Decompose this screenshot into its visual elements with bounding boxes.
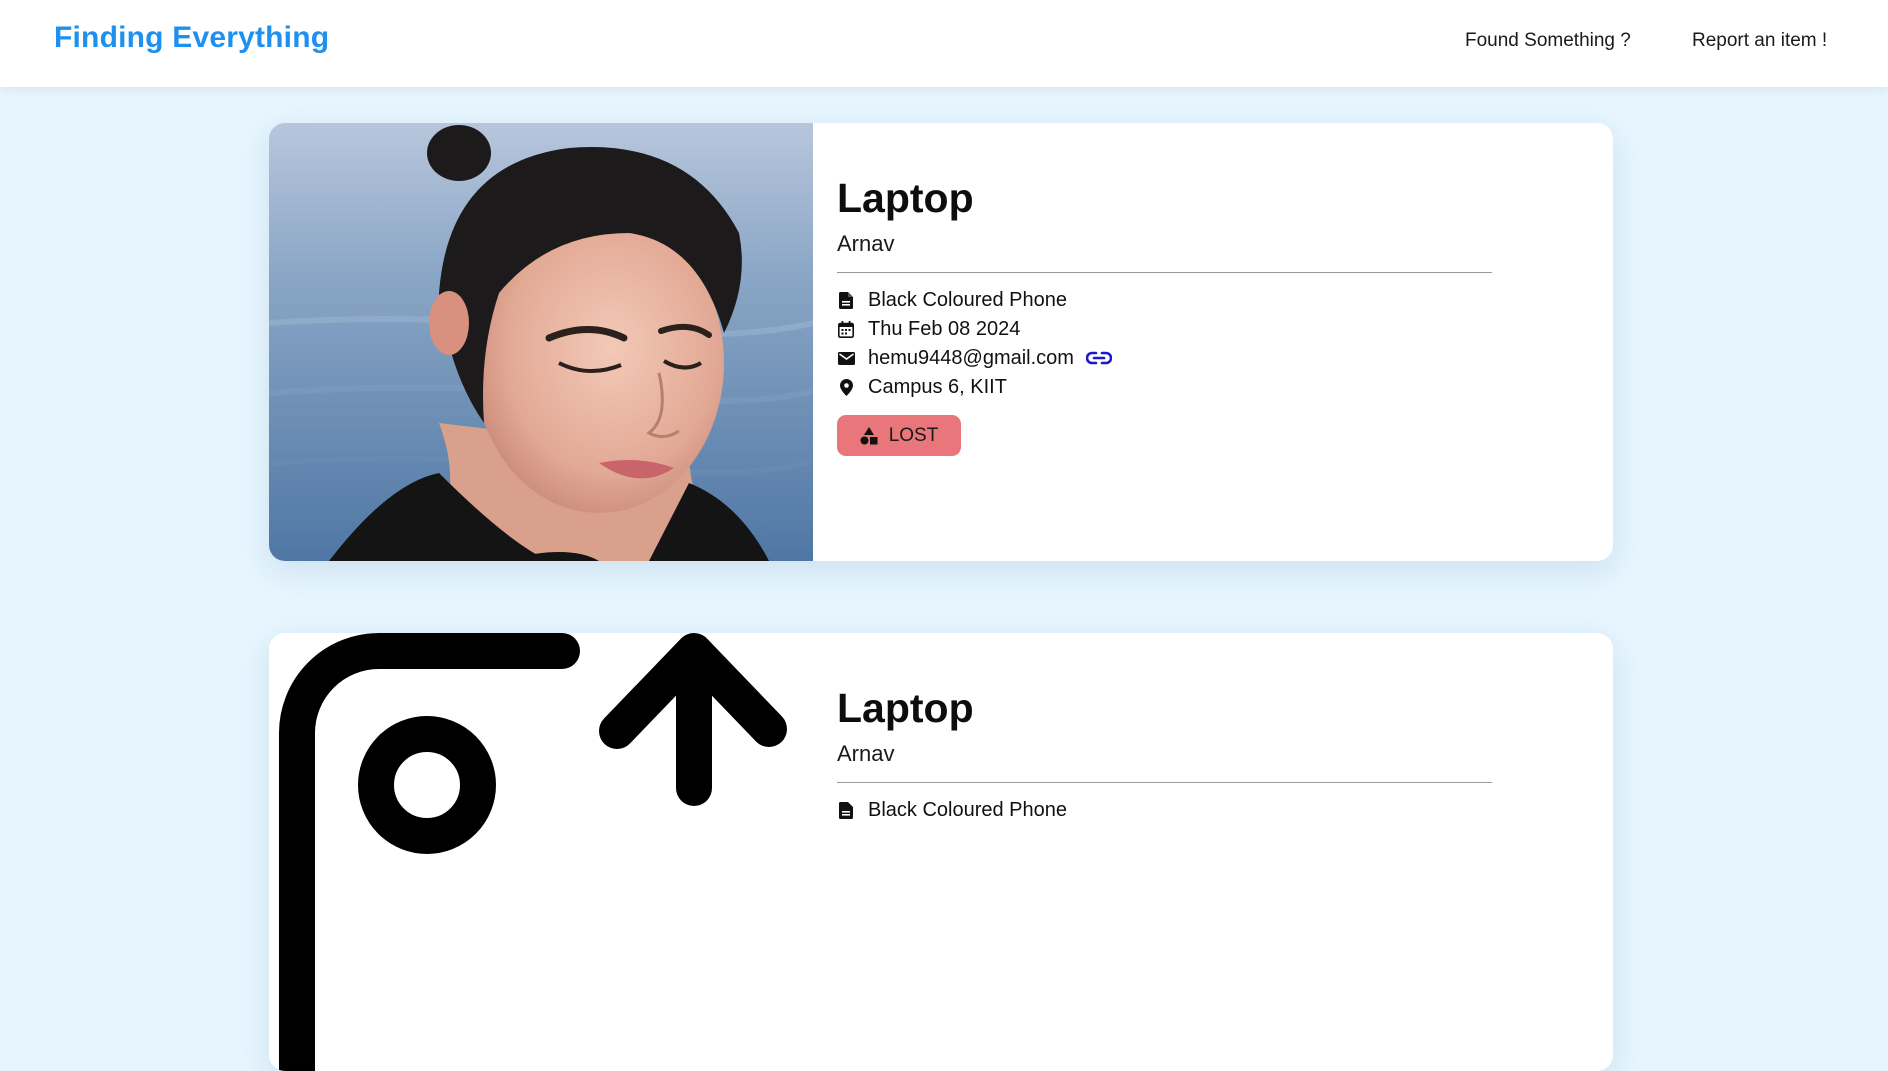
item-description: Black Coloured Phone	[868, 288, 1068, 311]
item-date: Thu Feb 08 2024	[868, 317, 1021, 340]
email-row: hemu9448@gmail.com	[837, 344, 1114, 372]
description-row: Black Coloured Phone	[837, 796, 1067, 824]
link-icon[interactable]	[1085, 349, 1114, 367]
item-card: Laptop Arnav Black Coloured Phone Thu Fe…	[269, 123, 1613, 561]
brand-logo[interactable]: Finding Everything	[54, 21, 329, 55]
location-row: Campus 6, KIIT	[837, 373, 1007, 401]
description-row: Black Coloured Phone	[837, 286, 1067, 314]
item-title: Laptop	[837, 175, 974, 221]
item-owner: Arnav	[837, 231, 895, 256]
upload-placeholder-icon	[269, 633, 813, 1071]
nav-report-item[interactable]: Report an item !	[1692, 30, 1827, 52]
location-pin-icon	[837, 378, 855, 396]
item-owner: Arnav	[837, 741, 895, 766]
item-card: Laptop Arnav Black Coloured Phone	[269, 633, 1613, 1071]
status-badge-lost[interactable]: LOST	[837, 415, 961, 456]
status-label: LOST	[888, 424, 939, 446]
calendar-icon	[837, 320, 855, 338]
document-icon	[837, 291, 855, 309]
document-icon	[837, 801, 855, 819]
shapes-icon	[860, 426, 878, 445]
mail-icon	[837, 349, 855, 367]
item-description: Black Coloured Phone	[868, 798, 1068, 821]
item-email[interactable]: hemu9448@gmail.com	[868, 347, 1074, 370]
date-row: Thu Feb 08 2024	[837, 315, 1020, 343]
divider	[837, 782, 1492, 783]
item-title: Laptop	[837, 685, 974, 731]
top-navbar: Finding Everything Found Something ? Rep…	[0, 0, 1888, 87]
item-location: Campus 6, KIIT	[868, 375, 1007, 398]
nav-found-something[interactable]: Found Something ?	[1465, 30, 1631, 52]
item-photo	[269, 123, 813, 561]
divider	[837, 272, 1492, 273]
